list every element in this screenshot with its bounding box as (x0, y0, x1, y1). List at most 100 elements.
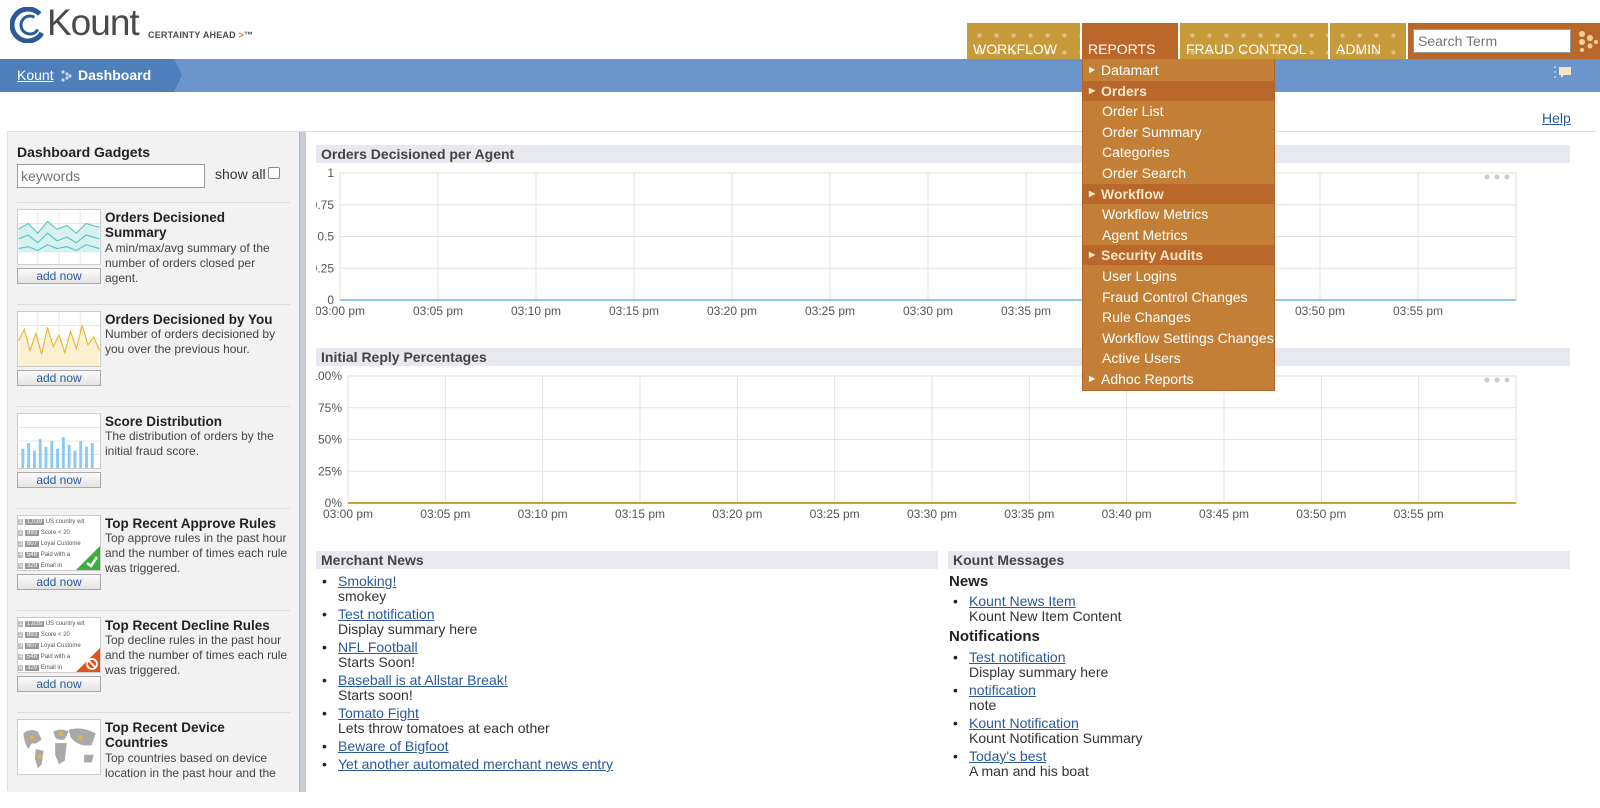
kount-news-heading: News (949, 573, 989, 590)
kount-logo[interactable]: Kount CERTAINTY AHEAD >™ (10, 2, 260, 48)
list-item: • NFL Football Starts Soon! (318, 640, 938, 670)
chart-orders-decisioned-per-agent: 00.250.50.75103:00 pm03:05 pm03:10 pm03:… (316, 166, 1517, 318)
dot (1484, 377, 1490, 383)
world-map-icon (17, 719, 101, 775)
menu-item-order-summary[interactable]: Order Summary (1083, 122, 1274, 142)
news-link[interactable]: Test notification (338, 607, 938, 622)
chart-menu-icon[interactable] (1484, 377, 1510, 383)
menu-item-agent-metrics[interactable]: Agent Metrics (1083, 225, 1274, 245)
y-tick-label: 100% (316, 369, 342, 383)
panel-title-reply: Initial Reply Percentages (316, 348, 1570, 366)
triangle-right-icon: ▶ (1089, 250, 1096, 260)
menu-item-workflow[interactable]: ▶ Workflow (1083, 183, 1274, 204)
add-now-button[interactable]: add now (17, 268, 101, 284)
show-all-checkbox[interactable] (268, 167, 280, 179)
add-now-button[interactable]: add now (17, 472, 101, 488)
y-tick-label: 25% (318, 464, 342, 478)
list-item: • Kount News Item Kount New Item Content (949, 594, 1569, 624)
panel-title-merchant-news: Merchant News (316, 551, 938, 569)
dot (1494, 174, 1500, 180)
add-now-button[interactable]: add now (17, 370, 101, 386)
gadget-title: Orders Decisioned by You (105, 312, 273, 327)
gadgets-sidebar: Dashboard Gadgets show all add now Order… (8, 132, 299, 792)
news-link[interactable]: Yet another automated merchant news entr… (338, 757, 938, 772)
menu-item-categories[interactable]: Categories (1083, 142, 1274, 162)
triangle-right-icon: ▶ (1089, 85, 1096, 95)
menu-item-workflow-settings-changes[interactable]: Workflow Settings Changes (1083, 328, 1274, 348)
menu-item-order-search[interactable]: Order Search (1083, 163, 1274, 183)
menu-item-fraud-control-changes[interactable]: Fraud Control Changes (1083, 287, 1274, 307)
menu-item-active-users[interactable]: Active Users (1083, 348, 1274, 368)
news-link[interactable]: Kount News Item (969, 594, 1569, 609)
logo-tagline: CERTAINTY AHEAD >™ (148, 30, 254, 40)
notification-link[interactable]: Today's best (969, 749, 1569, 764)
gadget-thumbnail: 1 1,039 US country wit 2 893 Score < 20 … (17, 617, 101, 673)
menu-item-adhoc-reports[interactable]: ▶ Adhoc Reports (1083, 369, 1274, 389)
news-summary: Display summary here (338, 621, 478, 637)
gadget-description: Top countries based on device location i… (105, 751, 276, 780)
add-now-button[interactable]: add now (17, 574, 101, 590)
news-summary: Lets throw tomatoes at each other (338, 720, 550, 736)
news-link[interactable]: NFL Football (338, 640, 938, 655)
gadget-top-recent-approve-rules: 1 1,039 US country wit 2 893 Score < 20 … (17, 508, 290, 604)
x-tick-label: 03:50 pm (1296, 507, 1346, 521)
notification-link[interactable]: Test notification (969, 650, 1569, 665)
keywords-input[interactable] (17, 164, 205, 188)
triangle-right-icon: ▶ (1089, 188, 1096, 198)
menu-item-rule-changes[interactable]: Rule Changes (1083, 307, 1274, 327)
gadget-thumbnail: 1 1,039 US country wit 2 893 Score < 20 … (17, 515, 101, 571)
menu-item-workflow-metrics[interactable]: Workflow Metrics (1083, 204, 1274, 224)
chat-bubble-icon[interactable] (1554, 66, 1572, 80)
news-link[interactable]: Beware of Bigfoot (338, 739, 938, 754)
menu-item-label: Order Search (1102, 165, 1187, 181)
news-summary: Starts soon! (338, 687, 413, 703)
notification-link[interactable]: notification (969, 683, 1569, 698)
list-item: • Baseball is at Allstar Break! Starts soo… (318, 673, 938, 703)
add-now-button[interactable]: add now (17, 676, 101, 692)
menu-item-order-list[interactable]: Order List (1083, 101, 1274, 121)
y-tick-label: 0.5 (317, 230, 334, 244)
notifications-list: • Test notification Display summary here •… (949, 650, 1569, 782)
search-input[interactable] (1413, 29, 1571, 53)
menu-item-orders[interactable]: ▶ Orders (1083, 80, 1274, 101)
x-tick-label: 03:55 pm (1393, 304, 1443, 318)
breadcrumb-home-link[interactable]: Kount (17, 67, 54, 83)
menu-item-datamart[interactable]: ▶ Datamart (1083, 60, 1274, 80)
help-link[interactable]: Help (1542, 110, 1571, 126)
x-tick-label: 03:05 pm (413, 304, 463, 318)
notification-summary: note (969, 697, 997, 713)
dot (1504, 174, 1510, 180)
top-header: Kount CERTAINTY AHEAD >™ WORKFLOW REPORT… (0, 0, 1600, 59)
nav-admin[interactable]: ADMIN (1330, 23, 1406, 59)
gadget-thumbnail (17, 413, 101, 469)
gadget-orders-decisioned-summary: add now Orders Decisioned Summary A min/… (17, 202, 290, 298)
list-item: • Smoking! smokey (318, 574, 938, 604)
gadget-title: Top Recent Decline Rules (105, 618, 270, 633)
checkmark-icon (76, 546, 100, 570)
menu-item-security-audits[interactable]: ▶ Security Audits (1083, 245, 1274, 266)
menu-item-label: Agent Metrics (1102, 226, 1188, 243)
list-item: • Yet another automated merchant news ent… (318, 757, 938, 772)
sidebar-splitter[interactable] (299, 132, 306, 792)
menu-item-label: Adhoc Reports (1101, 371, 1194, 387)
gadget-title: Score Distribution (105, 414, 223, 429)
chart-initial-reply-percentages: 0%25%50%75%100%03:00 pm03:05 pm03:10 pm0… (316, 369, 1517, 521)
nav-workflow[interactable]: WORKFLOW (967, 23, 1080, 59)
search-options-icon[interactable] (1578, 30, 1598, 52)
menu-item-label: Orders (1101, 82, 1147, 99)
notification-link[interactable]: Kount Notification (969, 716, 1569, 731)
dot (1494, 377, 1500, 383)
nav-reports[interactable]: REPORTS (1082, 23, 1178, 59)
chart-menu-icon[interactable] (1484, 174, 1510, 180)
notification-summary: Kount Notification Summary (969, 730, 1143, 746)
nav-fraud-control[interactable]: FRAUD CONTROL (1180, 23, 1328, 59)
news-link[interactable]: Smoking! (338, 574, 938, 589)
news-link[interactable]: Tomato Fight (338, 706, 938, 721)
menu-item-label: Security Audits (1101, 247, 1204, 264)
menu-item-user-logins[interactable]: User Logins (1083, 266, 1274, 286)
list-item: • Test notification Display summary here (318, 607, 938, 637)
menu-item-label: Order Summary (1102, 123, 1202, 140)
notifications-heading: Notifications (949, 628, 1040, 645)
gadget-description: Number of orders decisioned by you over … (105, 327, 276, 356)
news-link[interactable]: Baseball is at Allstar Break! (338, 673, 938, 688)
